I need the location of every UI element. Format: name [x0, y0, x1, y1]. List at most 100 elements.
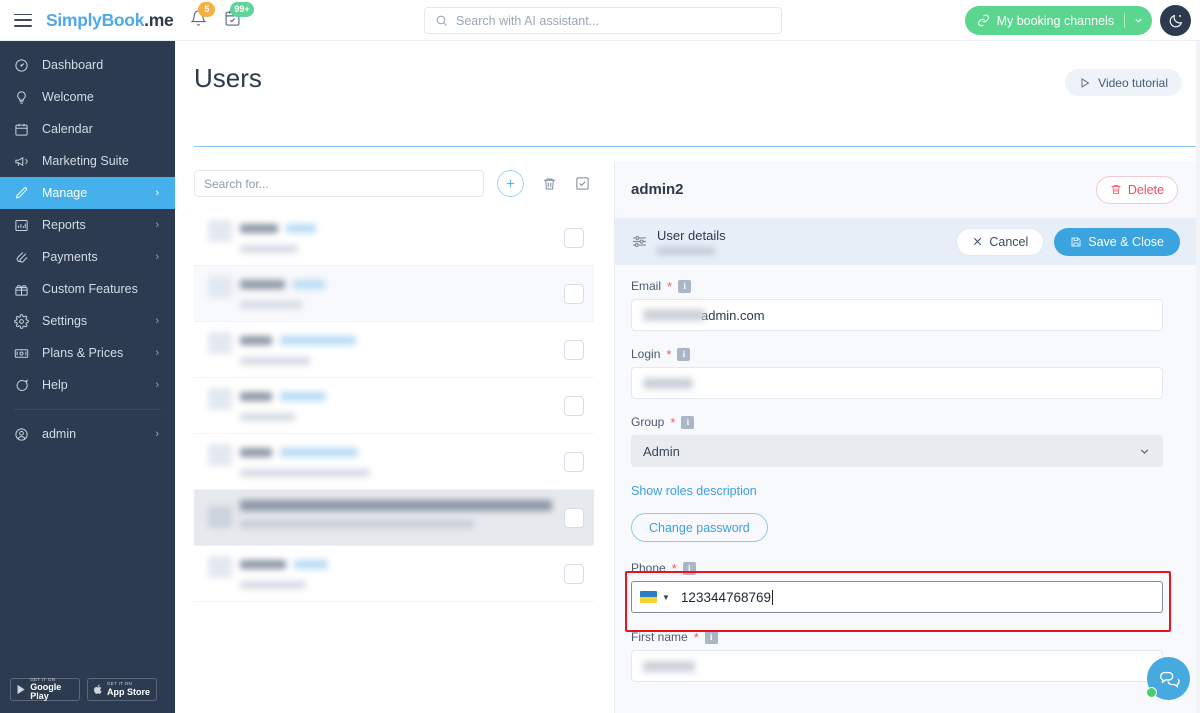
booking-channels-button[interactable]: My booking channels [964, 6, 1152, 35]
select-all-button[interactable] [575, 176, 590, 191]
list-item[interactable] [194, 266, 594, 322]
calendar-icon [14, 122, 36, 137]
chat-widget-button[interactable] [1146, 657, 1190, 700]
list-item-name [240, 336, 272, 345]
gift-icon [14, 282, 36, 297]
delete-selected-button[interactable] [542, 176, 557, 192]
phone-value: 123344768769 [680, 589, 772, 605]
login-field[interactable] [631, 367, 1163, 399]
info-icon[interactable]: i [681, 415, 695, 429]
first-name-field-label: First name * i [631, 630, 1182, 644]
search-input[interactable] [456, 13, 756, 28]
sidebar-item-settings[interactable]: Settings › [0, 305, 175, 337]
users-list [194, 210, 594, 602]
list-item-checkbox[interactable] [564, 227, 584, 248]
group-label-text: Group [631, 415, 665, 429]
sidebar-item-reports[interactable]: Reports › [0, 209, 175, 241]
floppy-disk-icon [1071, 237, 1081, 246]
sidebar-item-label: Settings [42, 314, 88, 328]
chevron-down-icon[interactable] [1133, 15, 1144, 26]
list-item-name [240, 500, 552, 511]
megaphone-icon [14, 154, 36, 169]
video-tutorial-button[interactable]: Video tutorial [1065, 69, 1182, 96]
list-item-checkbox[interactable] [564, 395, 584, 416]
list-item-tag [280, 392, 327, 401]
list-item-checkbox[interactable] [564, 507, 584, 528]
list-item[interactable] [194, 434, 594, 490]
sidebar-item-account[interactable]: admin › [0, 418, 175, 450]
sidebar-item-payments[interactable]: Payments › [0, 241, 175, 273]
booking-channels-label: My booking channels [996, 13, 1114, 28]
app-store-badge[interactable]: GET IT ON App Store [87, 678, 157, 701]
login-label-text: Login [631, 347, 661, 361]
main-content: Users Video tutorial Search for... admin… [175, 41, 1200, 713]
list-search-input[interactable] [194, 170, 484, 197]
cancel-button[interactable]: Cancel [956, 227, 1045, 256]
list-item-checkbox[interactable] [564, 283, 584, 304]
list-item[interactable] [194, 210, 594, 266]
google-play-badge[interactable]: GET IT ON Google Play [10, 677, 80, 701]
list-item-checkbox[interactable] [564, 339, 584, 360]
list-item-checkbox[interactable] [564, 451, 584, 472]
list-item[interactable] [194, 322, 594, 378]
list-item-sub [240, 581, 306, 589]
sidebar-item-manage[interactable]: Manage › [0, 177, 175, 209]
sidebar-item-dashboard[interactable]: Dashboard [0, 49, 175, 81]
checkbox-check-icon [576, 177, 589, 190]
sidebar-item-help[interactable]: Help › [0, 369, 175, 401]
list-item-avatar [208, 332, 232, 354]
panel-header: admin2 Delete [615, 161, 1200, 218]
email-field-label: Email * i [631, 279, 1182, 293]
delete-user-button[interactable]: Delete [1095, 175, 1178, 204]
link-icon [977, 14, 989, 27]
delete-label: Delete [1127, 182, 1164, 197]
close-x-icon [974, 237, 982, 246]
theme-toggle-button[interactable] [1160, 5, 1191, 36]
chevron-right-icon: › [155, 428, 159, 440]
ukraine-flag-icon[interactable] [640, 591, 657, 603]
required-marker: * [671, 560, 677, 576]
page-scrollbar[interactable] [1196, 0, 1200, 713]
change-password-button[interactable]: Change password [631, 513, 768, 542]
sidebar-item-custom-features[interactable]: Custom Features [0, 273, 175, 305]
save-and-close-button[interactable]: Save & Close [1054, 227, 1180, 256]
info-icon[interactable]: i [678, 279, 692, 293]
notifications-bell[interactable]: 5 [190, 1, 216, 32]
sidebar-item-label: Plans & Prices [42, 346, 124, 360]
chevron-right-icon: › [155, 379, 159, 391]
sliders-icon [633, 235, 646, 248]
app-logo[interactable]: SimplyBook.me [46, 10, 174, 31]
info-icon[interactable]: i [677, 347, 691, 361]
moon-icon [1169, 14, 1182, 27]
group-select[interactable]: Admin [631, 435, 1163, 467]
list-item-sub [240, 469, 370, 477]
phone-field[interactable]: ▼ 123344768769 [631, 581, 1163, 613]
users-list-column [194, 161, 594, 602]
sidebar-item-label: Payments [42, 250, 98, 264]
ai-search-container[interactable] [424, 7, 782, 34]
video-tutorial-label: Video tutorial [1098, 75, 1168, 90]
sidebar-item-welcome[interactable]: Welcome [0, 81, 175, 113]
first-name-field[interactable] [631, 650, 1163, 682]
add-user-button[interactable] [497, 170, 524, 197]
search-icon [436, 15, 447, 26]
section-title: User details [657, 228, 726, 243]
required-marker: * [666, 346, 672, 362]
list-item[interactable] [194, 546, 594, 602]
bell-badge: 5 [198, 1, 216, 17]
group-selected-value: Admin [643, 443, 680, 459]
list-item-name [240, 224, 278, 233]
info-icon[interactable]: i [682, 561, 696, 575]
info-icon[interactable]: i [704, 630, 718, 644]
list-item[interactable] [194, 490, 594, 546]
sidebar-item-plans-prices[interactable]: Plans & Prices › [0, 337, 175, 369]
list-item-checkbox[interactable] [564, 563, 584, 584]
caret-down-icon[interactable]: ▼ [662, 593, 670, 602]
email-field[interactable]: admin.com [631, 299, 1163, 331]
sidebar-item-calendar[interactable]: Calendar [0, 113, 175, 145]
list-item[interactable] [194, 378, 594, 434]
tasks-calendar[interactable]: 99+ [224, 1, 254, 32]
sidebar-item-marketing-suite[interactable]: Marketing Suite [0, 145, 175, 177]
show-roles-description-link[interactable]: Show roles description [631, 484, 1182, 498]
hamburger-icon[interactable] [14, 13, 32, 27]
